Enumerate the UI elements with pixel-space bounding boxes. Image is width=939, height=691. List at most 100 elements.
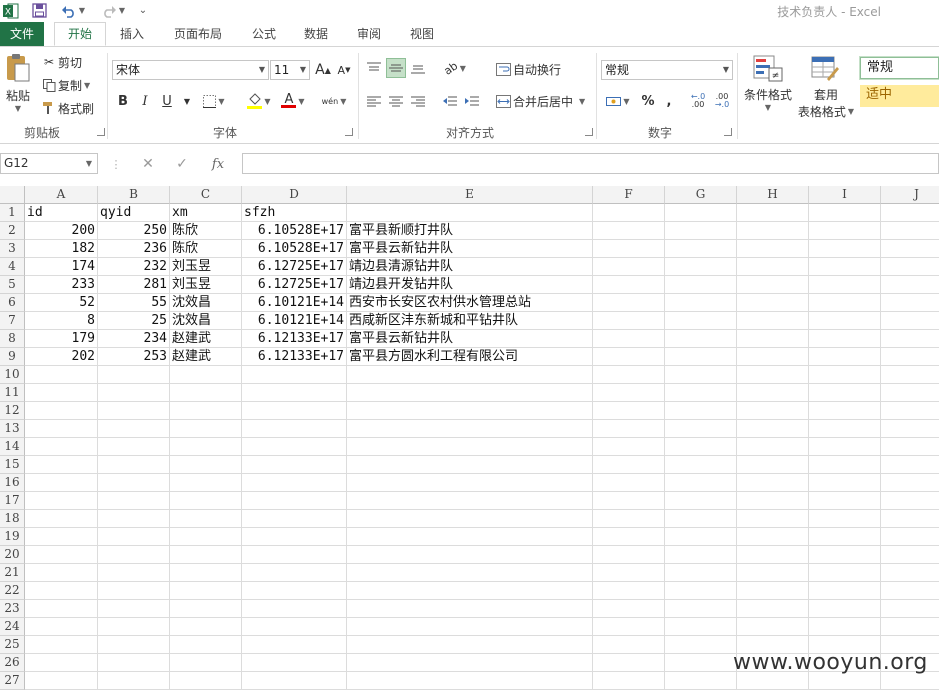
cell-f18[interactable] [593, 510, 665, 528]
conditional-formatting-button[interactable]: ≠ 条件格式 ▼ [742, 55, 794, 112]
cell-b25[interactable] [98, 636, 170, 654]
comma-style-button[interactable]: , [659, 91, 679, 111]
decrease-decimal-button[interactable]: .00 →.0 [712, 91, 732, 111]
cell-a19[interactable] [25, 528, 98, 546]
cell-b27[interactable] [98, 672, 170, 690]
cell-c3[interactable]: 陈欣 [170, 240, 242, 258]
cell-h2[interactable] [737, 222, 809, 240]
cell-d18[interactable] [242, 510, 347, 528]
cell-h17[interactable] [737, 492, 809, 510]
cell-b26[interactable] [98, 654, 170, 672]
row-header-18[interactable]: 18 [0, 510, 25, 528]
cell-g27[interactable] [665, 672, 737, 690]
cell-c18[interactable] [170, 510, 242, 528]
column-header-d[interactable]: D [242, 186, 347, 204]
align-middle-button[interactable] [386, 58, 406, 78]
cell-j4[interactable] [881, 258, 939, 276]
cell-b11[interactable] [98, 384, 170, 402]
row-header-24[interactable]: 24 [0, 618, 25, 636]
cell-d15[interactable] [242, 456, 347, 474]
cell-e12[interactable] [347, 402, 593, 420]
cell-i1[interactable] [809, 204, 881, 222]
cell-i22[interactable] [809, 582, 881, 600]
row-header-13[interactable]: 13 [0, 420, 25, 438]
row-header-8[interactable]: 8 [0, 330, 25, 348]
cell-d26[interactable] [242, 654, 347, 672]
cell-a6[interactable]: 52 [25, 294, 98, 312]
cell-b15[interactable] [98, 456, 170, 474]
cell-i9[interactable] [809, 348, 881, 366]
cell-a3[interactable]: 182 [25, 240, 98, 258]
cell-h10[interactable] [737, 366, 809, 384]
cut-button[interactable]: ✂ 剪切 [40, 53, 82, 71]
copy-button[interactable]: 复制 ▼ [40, 76, 90, 94]
row-header-5[interactable]: 5 [0, 276, 25, 294]
cell-j24[interactable] [881, 618, 939, 636]
cell-b22[interactable] [98, 582, 170, 600]
cell-d11[interactable] [242, 384, 347, 402]
cell-a2[interactable]: 200 [25, 222, 98, 240]
cell-f24[interactable] [593, 618, 665, 636]
column-header-g[interactable]: G [665, 186, 737, 204]
cell-a27[interactable] [25, 672, 98, 690]
cell-g11[interactable] [665, 384, 737, 402]
cell-e7[interactable]: 西咸新区沣东新城和平钻井队 [347, 312, 593, 330]
cell-a17[interactable] [25, 492, 98, 510]
cell-a20[interactable] [25, 546, 98, 564]
cell-c23[interactable] [170, 600, 242, 618]
cell-d14[interactable] [242, 438, 347, 456]
cell-b9[interactable]: 253 [98, 348, 170, 366]
column-header-f[interactable]: F [593, 186, 665, 204]
cell-g13[interactable] [665, 420, 737, 438]
cell-e24[interactable] [347, 618, 593, 636]
cell-c13[interactable] [170, 420, 242, 438]
cell-b18[interactable] [98, 510, 170, 528]
cell-a1[interactable]: id [25, 204, 98, 222]
shrink-font-button[interactable]: A ▼ [334, 60, 354, 80]
cell-f21[interactable] [593, 564, 665, 582]
cell-f16[interactable] [593, 474, 665, 492]
cell-e23[interactable] [347, 600, 593, 618]
cell-j5[interactable] [881, 276, 939, 294]
cell-i24[interactable] [809, 618, 881, 636]
cell-a21[interactable] [25, 564, 98, 582]
cell-e14[interactable] [347, 438, 593, 456]
cell-i16[interactable] [809, 474, 881, 492]
phonetic-button[interactable]: wén ▼ [318, 91, 350, 111]
cell-j16[interactable] [881, 474, 939, 492]
wrap-text-button[interactable]: 自动换行 [493, 60, 561, 78]
cell-f19[interactable] [593, 528, 665, 546]
column-header-e[interactable]: E [347, 186, 593, 204]
cell-d9[interactable]: 6.12133E+17 [242, 348, 347, 366]
cell-e26[interactable] [347, 654, 593, 672]
cell-g6[interactable] [665, 294, 737, 312]
row-header-20[interactable]: 20 [0, 546, 25, 564]
cell-j6[interactable] [881, 294, 939, 312]
fill-color-button[interactable]: ▼ [244, 91, 274, 111]
align-bottom-button[interactable] [408, 58, 428, 78]
cell-c10[interactable] [170, 366, 242, 384]
cell-g4[interactable] [665, 258, 737, 276]
row-header-22[interactable]: 22 [0, 582, 25, 600]
row-header-26[interactable]: 26 [0, 654, 25, 672]
cell-g12[interactable] [665, 402, 737, 420]
align-top-button[interactable] [364, 58, 384, 78]
number-format-combo[interactable]: 常规 ▼ [601, 60, 733, 80]
cell-f25[interactable] [593, 636, 665, 654]
cell-c22[interactable] [170, 582, 242, 600]
cell-j14[interactable] [881, 438, 939, 456]
cell-i19[interactable] [809, 528, 881, 546]
cell-f12[interactable] [593, 402, 665, 420]
enter-icon[interactable]: ✓ [172, 154, 192, 174]
tab-file[interactable]: 文件 [0, 22, 44, 46]
increase-decimal-button[interactable]: ←.0 .00 [688, 91, 708, 111]
cell-b20[interactable] [98, 546, 170, 564]
cell-a7[interactable]: 8 [25, 312, 98, 330]
cell-a5[interactable]: 233 [25, 276, 98, 294]
cell-c2[interactable]: 陈欣 [170, 222, 242, 240]
cell-f4[interactable] [593, 258, 665, 276]
cell-c20[interactable] [170, 546, 242, 564]
cell-h12[interactable] [737, 402, 809, 420]
cell-h11[interactable] [737, 384, 809, 402]
borders-button[interactable]: ▼ [199, 91, 229, 111]
